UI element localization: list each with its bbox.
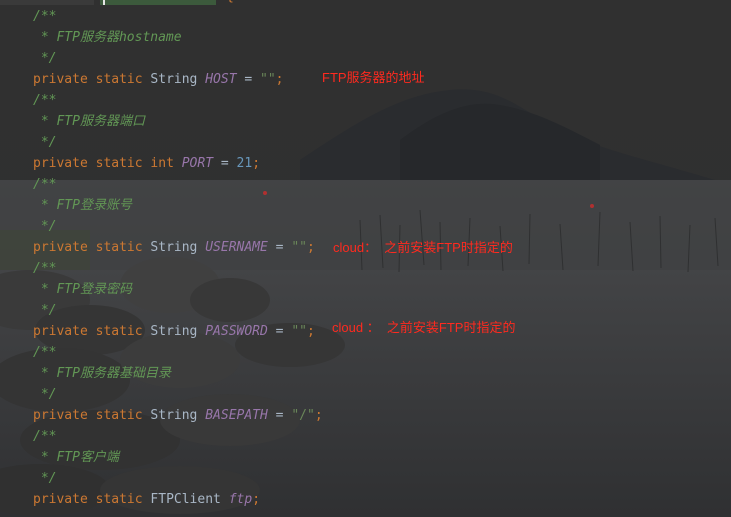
code-line[interactable]: * FTP服务器基础目录 [33,363,171,384]
code-token: ; [306,324,315,339]
code-token: private [33,72,96,87]
code-line[interactable]: /** [33,258,56,279]
code-line[interactable]: /** [33,90,56,111]
code-line[interactable]: * FTP登录密码 [33,279,132,300]
code-token: static [95,72,151,87]
code-line[interactable]: */ [33,48,57,69]
code-token: */ [33,471,57,486]
code-token: * FTP服务器hostname [33,30,182,45]
code-token: = [213,156,237,171]
code-token: static [95,240,151,255]
code-line[interactable]: /** [33,174,56,195]
code-token: /** [33,93,57,108]
code-token: String [150,408,206,423]
code-token: String [150,240,206,255]
code-token: */ [33,303,57,318]
code-token: * FTP登录密码 [33,282,132,297]
code-token: FTPClient [150,492,229,507]
code-token: * FTP服务器端口 [33,114,145,129]
code-token: ; [306,240,315,255]
host-annotation: FTP服务器的地址 [322,70,425,85]
code-token: private [33,492,96,507]
code-token: PASSWORD [205,324,268,339]
code-token: ftp [228,492,253,507]
code-line[interactable]: private static String HOST = ""; [33,69,284,90]
code-line[interactable]: private static FTPClient ftp; [33,489,260,510]
code-token: /** [33,429,57,444]
code-token: /** [33,9,57,24]
code-token: /** [33,345,57,360]
code-token: private [33,240,96,255]
code-token: = [236,72,261,87]
code-token: "" [260,72,276,87]
code-token: int [150,156,182,171]
code-line[interactable]: private static String PASSWORD = ""; [33,321,315,342]
code-line[interactable]: */ [33,468,57,489]
code-token: private [33,324,96,339]
code-line[interactable]: private static int PORT = 21; [33,153,260,174]
code-token: static [95,408,151,423]
code-line[interactable]: * FTP登录账号 [33,195,132,216]
code-token: HOST [205,72,237,87]
code-token: "" [291,240,307,255]
code-token: */ [33,51,57,66]
code-token: = [267,324,292,339]
code-token: static [95,324,151,339]
code-line[interactable]: /** [33,426,56,447]
code-token: /** [33,177,57,192]
code-token: "/" [291,408,315,423]
code-line[interactable]: private static String BASEPATH = "/"; [33,405,323,426]
code-token: = [267,240,292,255]
code-token: "" [291,324,307,339]
code-line[interactable]: private static String USERNAME = ""; [33,237,315,258]
code-token: /** [33,261,57,276]
code-token: */ [33,135,57,150]
code-token: static [95,156,151,171]
code-token: ; [252,492,261,507]
code-line[interactable]: * FTP服务器端口 [33,111,145,132]
code-token: 21 [236,156,253,171]
code-token: = [267,408,292,423]
code-token: private [33,156,96,171]
code-token: static [95,492,151,507]
code-line[interactable]: * FTP服务器hostname [33,27,182,48]
code-token: * FTP服务器基础目录 [33,366,171,381]
code-token: ; [314,408,323,423]
code-token: * FTP登录账号 [33,198,132,213]
code-token: */ [33,219,57,234]
code-line[interactable]: /** [33,6,56,27]
code-token: String [150,324,206,339]
code-line[interactable]: */ [33,384,57,405]
username-annotation: cloud： 之前安装FTP时指定的 [333,240,513,255]
code-token: private [33,408,96,423]
code-token: USERNAME [205,240,268,255]
code-line[interactable]: */ [33,216,57,237]
code-token: PORT [181,156,214,171]
code-token: ; [252,156,261,171]
code-token: * FTP客户端 [33,450,119,465]
code-line[interactable]: */ [33,132,57,153]
code-line[interactable]: /** [33,342,56,363]
code-token: String [150,72,206,87]
code-line[interactable]: */ [33,300,57,321]
code-token: */ [33,387,57,402]
password-annotation: cloud ： 之前安装FTP时指定的 [332,320,516,335]
code-line[interactable]: * FTP客户端 [33,447,119,468]
code-token: ; [275,72,284,87]
code-token: BASEPATH [205,408,268,423]
